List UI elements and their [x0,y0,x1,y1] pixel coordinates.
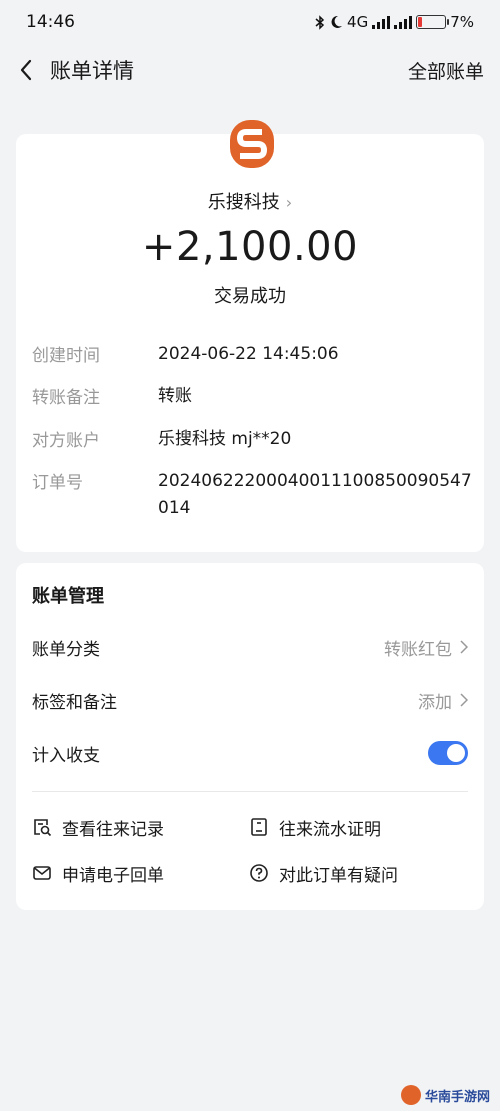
status-time: 14:46 [26,12,75,32]
watermark: 华南手游网 [400,1085,490,1105]
income-label: 计入收支 [32,745,100,766]
document-icon [251,818,267,836]
battery-level: 7% [450,13,474,31]
income-toggle[interactable] [428,741,468,765]
detail-row-remark: 转账备注 转账 [32,383,472,410]
signal-icon [372,15,391,29]
detail-value: 20240622200040011100850090547014 [158,471,472,518]
tags-notes-label: 标签和备注 [32,692,117,713]
statement-proof-button[interactable]: 往来流水证明 [249,814,381,840]
transaction-amount: +2,100.00 [141,224,359,270]
bill-category-row[interactable]: 账单分类 转账红包 [32,632,468,662]
detail-value: 乐搜科技 mj**20 [158,429,292,449]
merchant-logo [228,118,276,170]
detail-key: 创建时间 [32,346,100,366]
nav-bar: 账单详情 全部账单 [0,44,500,96]
question-order-button[interactable]: 对此订单有疑问 [249,860,398,886]
tags-notes-value: 添加 [418,692,452,713]
detail-key: 转账备注 [32,388,100,408]
status-bar: 14:46 4G 7% [0,0,500,44]
divider [32,791,468,792]
chevron-left-icon [20,59,32,81]
bill-category-value: 转账红包 [384,639,452,660]
status-icons: 4G 7% [315,13,474,31]
section-title: 账单管理 [32,586,104,607]
view-history-button[interactable]: 查看往来记录 [32,814,164,840]
bluetooth-icon [315,14,325,30]
detail-row-created: 创建时间 2024-06-22 14:45:06 [32,341,472,368]
signal-icon-2 [394,15,413,29]
detail-value: 2024-06-22 14:45:06 [158,344,339,364]
envelope-icon [33,866,51,880]
transaction-status: 交易成功 [214,286,286,307]
detail-key: 对方账户 [32,431,100,451]
battery-icon [416,15,450,29]
view-history-label: 查看往来记录 [62,819,164,840]
chevron-right-icon: › [285,193,293,212]
question-order-label: 对此订单有疑问 [279,865,398,886]
bill-management-card [16,563,484,910]
detail-key: 订单号 [32,473,83,493]
back-button[interactable] [4,48,48,92]
chevron-right-icon [460,693,468,707]
all-bills-link[interactable]: 全部账单 [408,57,484,84]
question-circle-icon [250,864,268,882]
tags-notes-row[interactable]: 标签和备注 添加 [32,685,468,715]
moon-icon [331,15,343,28]
watermark-text: 华南手游网 [424,1089,490,1105]
statement-proof-label: 往来流水证明 [279,819,381,840]
request-receipt-label: 申请电子回单 [62,865,164,886]
detail-value: 转账 [158,386,192,406]
detail-row-order-number: 订单号 20240622200040011100850090547014 [32,468,472,522]
page-title: 账单详情 [50,59,134,83]
detail-row-counterparty: 对方账户 乐搜科技 mj**20 [32,426,472,453]
chevron-right-icon [460,640,468,654]
merchant-name: 乐搜科技 [207,192,280,213]
search-document-icon [34,819,52,837]
request-receipt-button[interactable]: 申请电子回单 [32,860,164,886]
income-row: 计入收支 [32,738,468,768]
watermark-logo-icon [400,1085,421,1105]
merchant-link[interactable]: 乐搜科技 › [0,188,500,214]
network-type: 4G [347,13,369,31]
bill-category-label: 账单分类 [32,639,100,660]
leso-logo-icon [230,120,274,168]
